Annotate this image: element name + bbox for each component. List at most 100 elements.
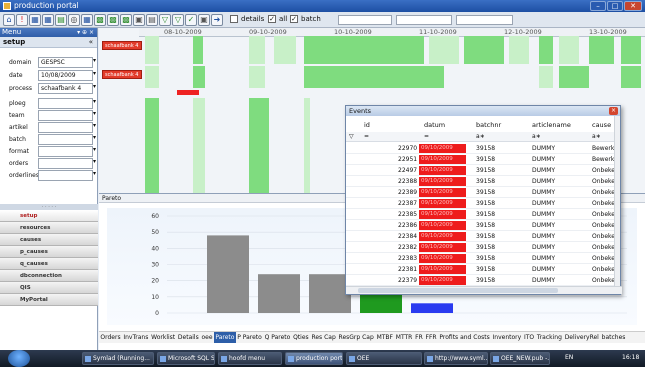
tab-q-pareto[interactable]: Q Pareto [263, 332, 292, 343]
collapse-icon[interactable]: « [89, 37, 93, 48]
tab-profits-and-costs[interactable]: Profits and Costs [438, 332, 491, 343]
nav-item-QIS[interactable]: QIS [0, 282, 98, 294]
tab-resgrp-cap[interactable]: ResGrp Cap [337, 332, 375, 343]
column-header-batchnr[interactable]: batchnr [476, 121, 501, 129]
alert-icon[interactable]: ! [16, 14, 28, 26]
tab-batches[interactable]: batches [600, 332, 627, 343]
print2-icon[interactable]: ▣ [198, 14, 210, 26]
tab-inventory[interactable]: Inventory [491, 332, 522, 343]
filter-input[interactable] [38, 122, 93, 133]
timeline-bar[interactable] [249, 98, 269, 198]
filter-operator[interactable]: a∗ [532, 133, 541, 140]
nav-item-q_causes[interactable]: q_causes [0, 258, 98, 270]
column-header-datum[interactable]: datum [424, 121, 445, 129]
taskbar-item[interactable]: http://www.syml... [424, 352, 488, 365]
taskbar-item[interactable]: Symlad (Running... [82, 352, 154, 365]
tab-ffr[interactable]: FFR [424, 332, 438, 343]
timeline-bar[interactable] [559, 36, 579, 64]
tab-worklist[interactable]: Worklist [150, 332, 177, 343]
grid3-icon[interactable]: ▩ [94, 14, 106, 26]
nav-item-MyPortal[interactable]: MyPortal [0, 294, 98, 306]
details-checkbox[interactable] [230, 15, 238, 23]
nav-item-causes[interactable]: causes [0, 234, 98, 246]
taskbar-item[interactable]: Microsoft SQL Se... [157, 352, 215, 365]
dropdown-arrow-icon[interactable]: ▾ [93, 57, 96, 64]
timeline-bar[interactable] [304, 36, 424, 64]
close-button[interactable]: ✕ [624, 1, 642, 11]
timeline-bar[interactable] [145, 36, 159, 64]
grid2-icon[interactable]: ▦ [42, 14, 54, 26]
doc-icon[interactable]: ▤ [146, 14, 158, 26]
export-icon[interactable]: ➜ [211, 14, 223, 26]
toolbar-field-1[interactable] [338, 15, 392, 25]
scroll-thumb[interactable] [358, 288, 558, 293]
column-header-id[interactable]: id [364, 121, 370, 129]
start-button[interactable] [8, 350, 30, 367]
tab-res-cap[interactable]: Res Cap [310, 332, 337, 343]
tab-qties[interactable]: Qties [292, 332, 310, 343]
table-row[interactable]: 22951 09/10/2009 39158 DUMMY Bewerk [346, 154, 616, 165]
dropdown-arrow-icon[interactable]: ▾ [93, 134, 96, 141]
events-close-button[interactable]: × [609, 107, 618, 115]
tab-ito[interactable]: ITO [523, 332, 536, 343]
taskbar-item[interactable]: production portal [285, 352, 343, 365]
timeline-bar[interactable] [539, 36, 553, 64]
tab-invtrans[interactable]: InvTrans [122, 332, 150, 343]
tab-tracking[interactable]: Tracking [536, 332, 564, 343]
ok-icon[interactable]: ✓ [185, 14, 197, 26]
pareto-bar[interactable] [207, 235, 249, 313]
timeline-bar[interactable] [145, 98, 159, 198]
filter-input[interactable]: 10/08/2009 [38, 70, 93, 81]
menu-controls[interactable]: ▾ ⊕ × [77, 28, 94, 37]
filter-input[interactable] [38, 134, 93, 145]
filter-icon[interactable]: ▽ [349, 133, 354, 140]
setup-header[interactable]: setup « [0, 37, 97, 48]
maximize-button[interactable]: □ [607, 1, 623, 11]
timeline-bar[interactable] [274, 36, 296, 64]
print-icon[interactable]: ▣ [133, 14, 145, 26]
taskbar-item[interactable]: OEE [346, 352, 422, 365]
filter-operator[interactable]: a∗ [592, 133, 601, 140]
table-row[interactable]: 22388 09/10/2009 39158 DUMMY Onbeke [346, 176, 616, 187]
timeline-bar[interactable] [509, 36, 529, 64]
tab-deliveryrel[interactable]: DeliveryRel [563, 332, 600, 343]
dropdown-arrow-icon[interactable]: ▾ [93, 122, 96, 129]
timeline-bar[interactable] [249, 66, 265, 88]
dropdown-arrow-icon[interactable]: ▾ [93, 158, 96, 165]
filter-input[interactable]: GESPSC [38, 57, 93, 68]
dropdown-arrow-icon[interactable]: ▾ [93, 110, 96, 117]
table-row[interactable]: 22387 09/10/2009 39158 DUMMY Onbeke [346, 198, 616, 209]
pareto-bar[interactable] [360, 293, 402, 313]
nav-item-resources[interactable]: resources [0, 222, 98, 234]
batch-checkbox[interactable]: ✓ [290, 15, 298, 23]
timeline-bar[interactable] [193, 98, 205, 198]
filter-input[interactable] [38, 170, 93, 181]
dropdown-arrow-icon[interactable]: ▾ [93, 170, 96, 177]
toolbar-field-2[interactable] [396, 15, 452, 25]
filter-icon[interactable]: ▽ [159, 14, 171, 26]
table-row[interactable]: 22389 09/10/2009 39158 DUMMY Onbeke [346, 187, 616, 198]
filter-input[interactable] [38, 146, 93, 157]
grid-icon[interactable]: ▦ [29, 14, 41, 26]
grid5-icon[interactable]: ▩ [120, 14, 132, 26]
events-title-bar[interactable]: Events × [346, 106, 620, 116]
table-row[interactable]: 22386 09/10/2009 39158 DUMMY Onbeke [346, 220, 616, 231]
filter-operator[interactable]: a∗ [476, 133, 485, 140]
nav-item-setup[interactable]: setup [0, 210, 98, 222]
table-row[interactable]: 22384 09/10/2009 39158 DUMMY Onbeke [346, 231, 616, 242]
pareto-bar[interactable] [258, 274, 300, 313]
filter-operator[interactable]: = [424, 133, 429, 140]
tab-details[interactable]: Details [177, 332, 201, 343]
table-row[interactable]: 22382 09/10/2009 39158 DUMMY Onbeke [346, 242, 616, 253]
timeline-bar[interactable] [193, 66, 205, 88]
tab-oee[interactable]: oee [200, 332, 214, 343]
timeline-bar[interactable] [589, 36, 614, 64]
timeline-bar[interactable] [559, 66, 589, 88]
timeline-bar[interactable] [249, 36, 265, 64]
tab-pareto[interactable]: Pareto [213, 332, 236, 343]
minimize-button[interactable]: – [590, 1, 606, 11]
events-horizontal-scrollbar[interactable] [346, 286, 622, 294]
table-row[interactable]: 22383 09/10/2009 39158 DUMMY Onbeke [346, 253, 616, 264]
taskbar-item[interactable]: OEE_NEW.pub -... [490, 352, 550, 365]
grid4-icon[interactable]: ▩ [107, 14, 119, 26]
